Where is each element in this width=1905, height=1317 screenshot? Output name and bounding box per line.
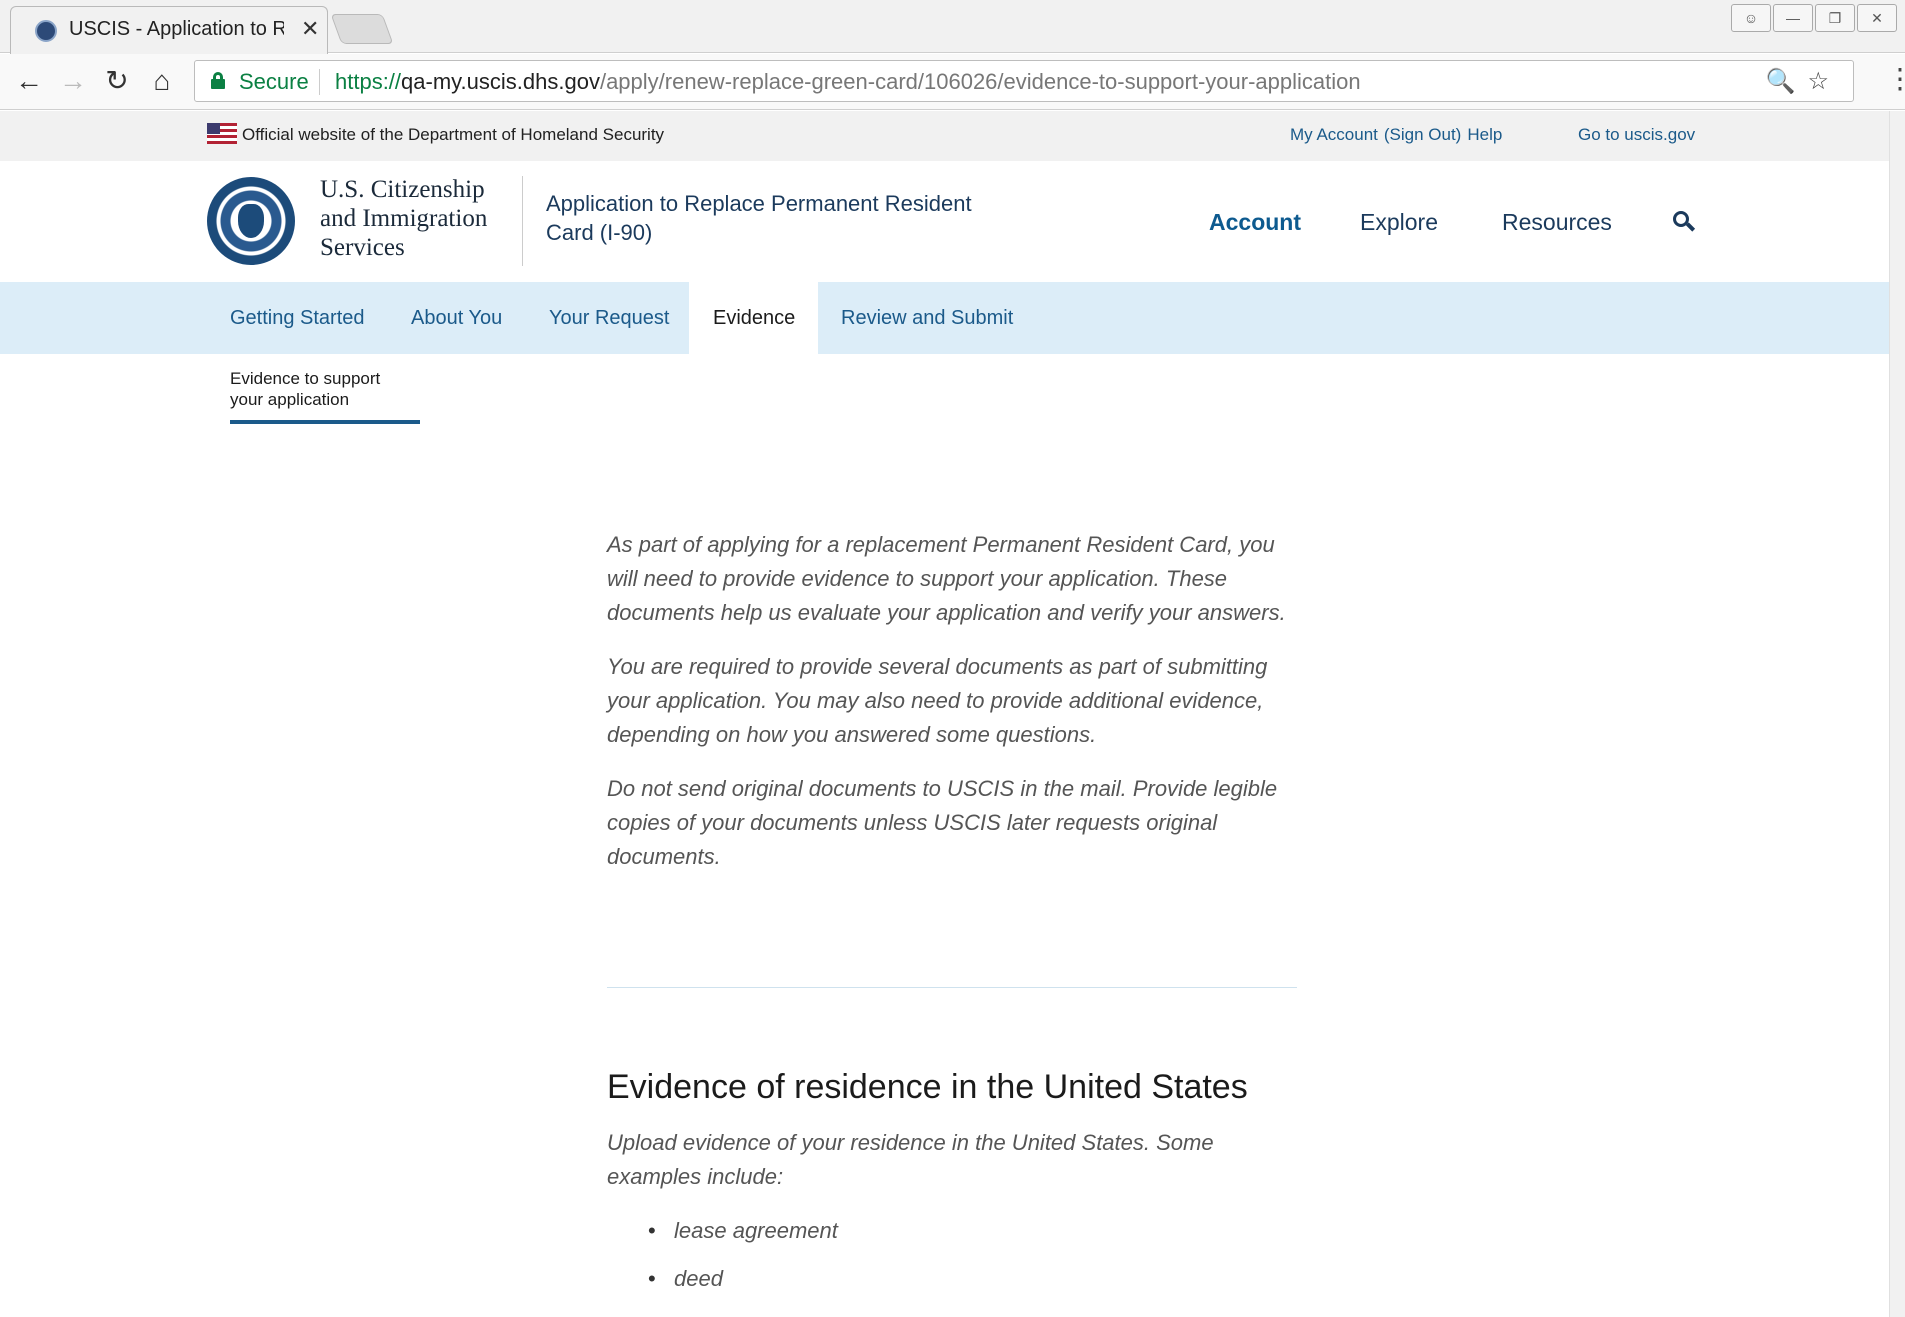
uscis-favicon-icon bbox=[35, 20, 57, 42]
step-your-request[interactable]: Your Request bbox=[549, 307, 669, 330]
menu-icon[interactable]: ⋮ bbox=[1886, 62, 1905, 95]
examples-list: lease agreement deed bbox=[648, 1218, 838, 1314]
search-icon[interactable] bbox=[1673, 211, 1696, 233]
intro-paragraph-3: Do not send original documents to USCIS … bbox=[607, 776, 1278, 869]
page-scrollbar[interactable] bbox=[1889, 111, 1905, 1317]
secure-label: Secure bbox=[239, 69, 309, 94]
reload-icon[interactable]: ↻ bbox=[100, 64, 134, 98]
application-name: Application to Replace Permanent Residen… bbox=[546, 191, 972, 245]
section-description: Upload evidence of your residence in the… bbox=[607, 1130, 1214, 1189]
back-icon[interactable]: ← bbox=[12, 64, 46, 98]
browser-tab[interactable]: USCIS - Application to Re ✕ bbox=[10, 6, 328, 54]
zoom-icon[interactable]: 🔍 bbox=[1766, 68, 1808, 95]
dhs-seal-icon[interactable] bbox=[207, 177, 295, 265]
section-divider bbox=[607, 987, 1297, 988]
substep-active-indicator bbox=[230, 420, 420, 424]
intro-content: As part of applying for a replacement Pe… bbox=[607, 528, 1297, 894]
us-flag-icon bbox=[207, 123, 237, 144]
restore-icon[interactable]: ❐ bbox=[1815, 4, 1855, 32]
substep-evidence-to-support[interactable]: Evidence to support your application bbox=[230, 368, 380, 410]
browser-tab-strip: USCIS - Application to Re ✕ ☺ — ❐ ✕ bbox=[0, 0, 1905, 54]
close-tab-icon[interactable]: ✕ bbox=[301, 16, 319, 42]
step-getting-started[interactable]: Getting Started bbox=[230, 307, 365, 330]
browser-toolbar: ← → ↻ ⌂ Secure https://qa-my.uscis.dhs.g… bbox=[0, 54, 1905, 110]
agency-name[interactable]: U.S. Citizenship and Immigration Service… bbox=[320, 175, 487, 262]
official-website-text: Official website of the Department of Ho… bbox=[242, 125, 665, 144]
address-bar[interactable]: Secure https://qa-my.uscis.dhs.gov/apply… bbox=[194, 60, 1854, 102]
url-scheme: https:// bbox=[335, 69, 402, 94]
nav-explore[interactable]: Explore bbox=[1360, 209, 1438, 236]
url-text[interactable]: https://qa-my.uscis.dhs.gov/apply/renew-… bbox=[335, 69, 1361, 95]
lock-icon bbox=[211, 72, 225, 89]
star-icon[interactable]: ☆ bbox=[1807, 68, 1841, 95]
home-icon[interactable]: ⌂ bbox=[145, 64, 179, 98]
step-evidence[interactable]: Evidence bbox=[713, 307, 795, 330]
new-tab-button[interactable] bbox=[330, 14, 394, 44]
step-about-you[interactable]: About You bbox=[411, 307, 502, 330]
go-to-uscis-link[interactable]: Go to uscis.gov bbox=[1578, 125, 1695, 145]
tab-title: USCIS - Application to Re bbox=[69, 18, 284, 40]
section-title: Evidence of residence in the United Stat… bbox=[607, 1068, 1248, 1106]
gov-banner: Official website of the Department of Ho… bbox=[0, 111, 1905, 161]
site-header: U.S. Citizenship and Immigration Service… bbox=[0, 161, 1905, 281]
window-controls: ☺ — ❐ ✕ bbox=[1731, 4, 1897, 34]
account-links: My Account (Sign Out) Help bbox=[1290, 125, 1508, 145]
minimize-icon[interactable]: — bbox=[1773, 4, 1813, 32]
nav-account[interactable]: Account bbox=[1209, 209, 1301, 236]
step-review-and-submit[interactable]: Review and Submit bbox=[841, 307, 1013, 330]
help-link[interactable]: Help bbox=[1467, 125, 1502, 144]
forward-icon[interactable]: → bbox=[56, 64, 90, 98]
step-navigation: Getting Started About You Your Request E… bbox=[0, 282, 1905, 354]
list-item: deed bbox=[648, 1266, 838, 1314]
list-item: lease agreement bbox=[648, 1218, 838, 1266]
sign-out-link[interactable]: (Sign Out) bbox=[1384, 125, 1461, 144]
url-path: /apply/renew-replace-green-card/106026/e… bbox=[599, 69, 1361, 94]
url-host: qa-my.uscis.dhs.gov bbox=[401, 69, 600, 94]
my-account-link[interactable]: My Account bbox=[1290, 125, 1378, 144]
intro-paragraph-2: You are required to provide several docu… bbox=[607, 654, 1268, 747]
intro-paragraph-1: As part of applying for a replacement Pe… bbox=[607, 532, 1286, 625]
close-window-icon[interactable]: ✕ bbox=[1857, 4, 1897, 32]
profile-icon[interactable]: ☺ bbox=[1731, 4, 1771, 32]
nav-resources[interactable]: Resources bbox=[1502, 209, 1612, 236]
